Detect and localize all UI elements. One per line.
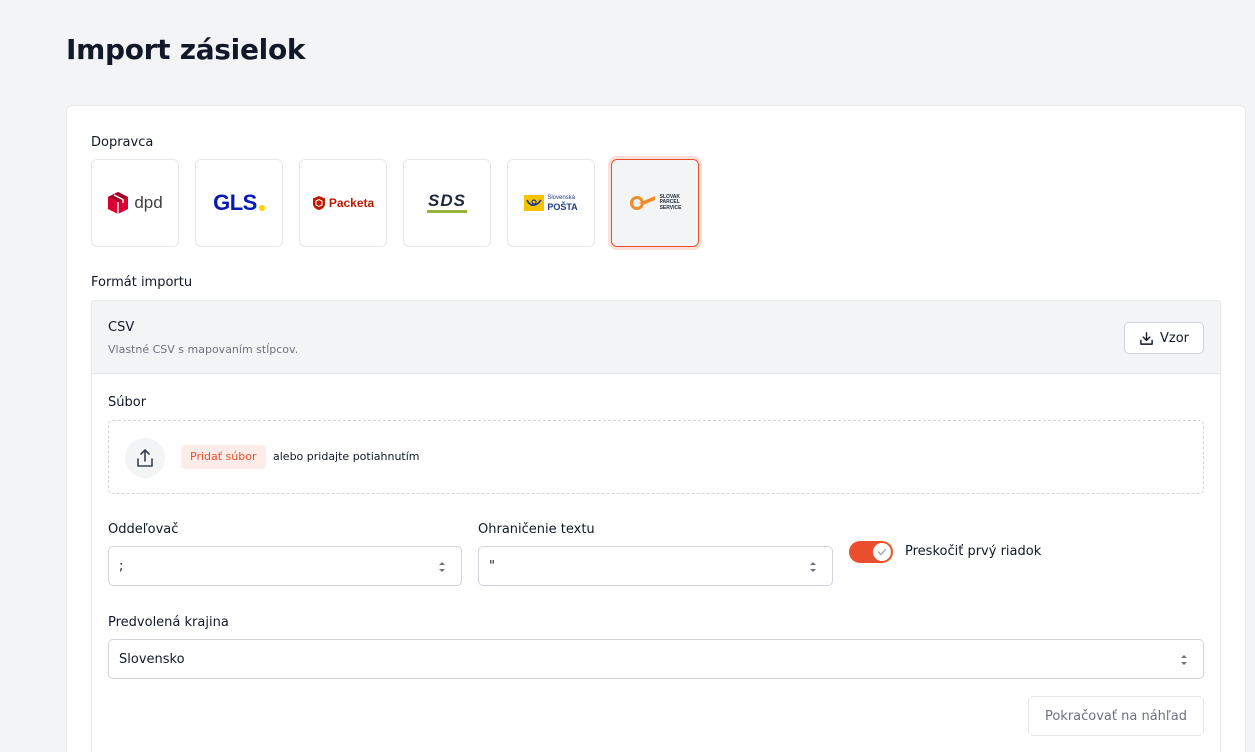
- separator-label: Oddeľovač: [108, 522, 179, 537]
- select-arrows-icon: [1181, 655, 1187, 665]
- sps-text: SLOVAK PARCEL SERVICE: [659, 194, 682, 212]
- upload-icon-wrapper: [125, 438, 165, 478]
- dpd-logo-text: dpd: [134, 193, 163, 212]
- carrier-dpd[interactable]: dpd: [91, 159, 179, 247]
- file-label: Súbor: [108, 395, 147, 410]
- posta-horn-icon: [524, 195, 545, 211]
- carrier-label: Dopravca: [91, 135, 154, 150]
- format-name: CSV: [108, 320, 135, 335]
- default-country-select[interactable]: Slovensko: [108, 639, 1204, 679]
- carrier-packeta[interactable]: Packeta: [299, 159, 387, 247]
- upload-icon: [137, 449, 153, 467]
- skip-first-row-toggle[interactable]: [849, 541, 893, 563]
- carrier-gls[interactable]: GLS: [195, 159, 283, 247]
- separator-value: ;: [119, 559, 124, 574]
- posta-text: Slovenská POŠTA: [547, 194, 577, 212]
- packeta-shield-icon: [312, 196, 325, 210]
- carrier-sds[interactable]: SDS: [403, 159, 491, 247]
- select-arrows-icon: [439, 562, 445, 572]
- carrier-slovenska-posta[interactable]: Slovenská POŠTA: [507, 159, 595, 247]
- continue-to-preview-button[interactable]: Pokračovať na náhľad: [1028, 696, 1204, 736]
- gls-logo: GLS: [213, 190, 265, 216]
- file-dropzone[interactable]: Pridať súbor alebo pridajte potiahnutím: [108, 420, 1204, 494]
- text-qualifier-select[interactable]: ": [478, 546, 833, 586]
- drop-hint-text: alebo pridajte potiahnutím: [273, 450, 420, 463]
- dpd-cube-icon: [108, 192, 129, 214]
- import-card: Dopravca dpd GLS Packeta SDS Slovenská P…: [66, 105, 1246, 752]
- sample-button-label: Vzor: [1159, 330, 1189, 346]
- page-title: Import zásielok: [66, 33, 306, 66]
- carrier-list: dpd GLS Packeta SDS Slovenská POŠTA SLOV…: [91, 159, 699, 247]
- skip-first-row-label: Preskočiť prvý riadok: [905, 544, 1042, 559]
- sds-logo: SDS: [427, 191, 467, 213]
- format-label: Formát importu: [91, 275, 193, 290]
- packeta-logo: Packeta: [312, 195, 374, 211]
- select-arrows-icon: [810, 562, 816, 572]
- gls-logo-text: GLS: [213, 190, 257, 215]
- gls-dot-icon: [258, 205, 265, 211]
- separator-select[interactable]: ;: [108, 546, 462, 586]
- text-qualifier-label: Ohraničenie textu: [478, 522, 595, 537]
- carrier-sps[interactable]: SLOVAK PARCEL SERVICE: [611, 159, 699, 247]
- text-qualifier-value: ": [489, 559, 495, 574]
- sps-logo-icon: [629, 196, 655, 210]
- posta-logo: Slovenská POŠTA: [524, 194, 578, 212]
- format-header: CSV Vlastné CSV s mapovaním stĺpcov. Vzo…: [92, 301, 1220, 374]
- dpd-logo: dpd: [107, 191, 163, 215]
- sds-underline: [427, 210, 467, 213]
- default-country-value: Slovensko: [119, 652, 185, 667]
- download-icon: [1140, 331, 1153, 345]
- format-panel: CSV Vlastné CSV s mapovaním stĺpcov. Vzo…: [91, 300, 1221, 752]
- check-icon: [877, 548, 887, 556]
- add-file-button[interactable]: Pridať súbor: [181, 445, 266, 469]
- sps-logo: SLOVAK PARCEL SERVICE: [629, 194, 682, 212]
- packeta-logo-text: Packeta: [328, 196, 375, 210]
- format-description: Vlastné CSV s mapovaním stĺpcov.: [108, 343, 299, 356]
- posta-logo-text: POŠTA: [547, 202, 578, 212]
- sds-logo-text: SDS: [428, 191, 466, 210]
- default-country-label: Predvolená krajina: [108, 615, 229, 630]
- sample-download-button[interactable]: Vzor: [1124, 322, 1204, 354]
- toggle-knob: [873, 543, 891, 561]
- sps-line-3: SERVICE: [659, 204, 682, 211]
